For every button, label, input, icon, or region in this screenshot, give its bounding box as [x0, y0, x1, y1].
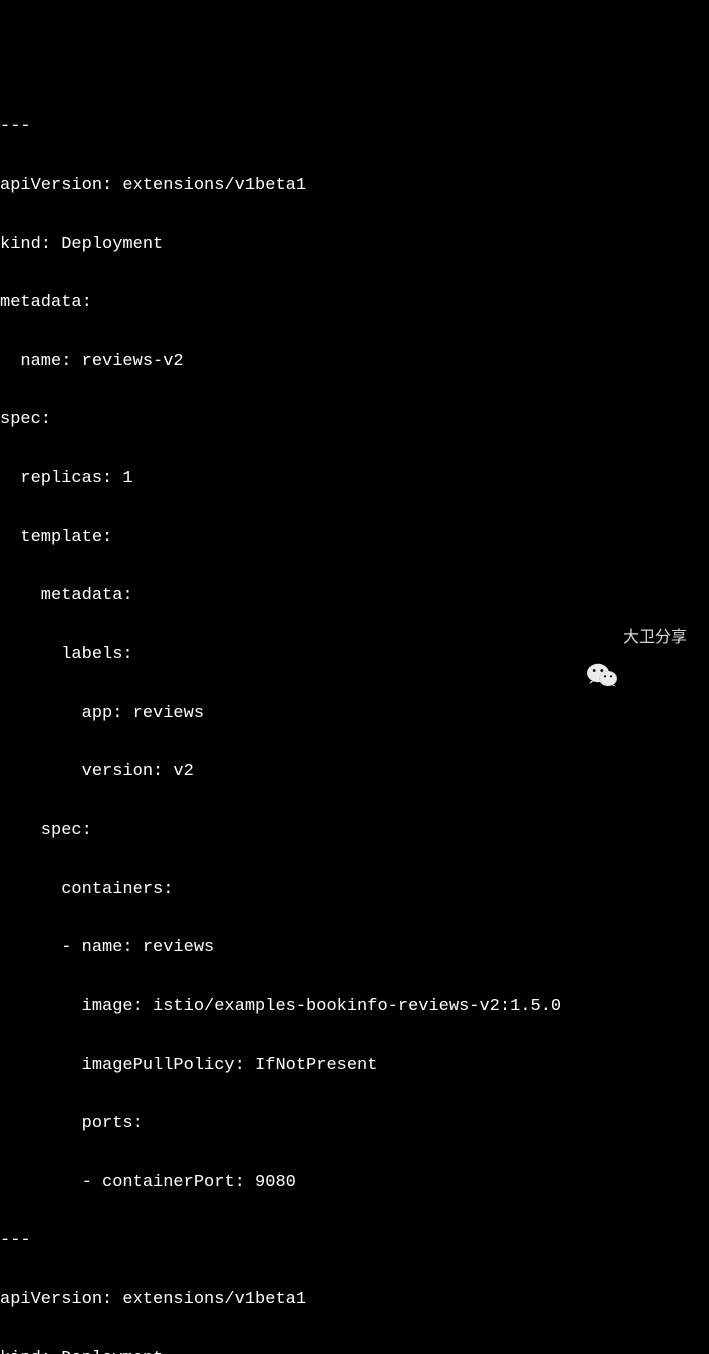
terminal-output: --- apiVersion: extensions/v1beta1 kind:… — [0, 78, 709, 1354]
yaml-line: kind: Deployment — [0, 1349, 709, 1354]
yaml-line: metadata: — [0, 293, 709, 313]
yaml-line: replicas: 1 — [0, 469, 709, 489]
yaml-line: kind: Deployment — [0, 235, 709, 255]
yaml-line: --- — [0, 117, 709, 137]
yaml-line: ports: — [0, 1114, 709, 1134]
watermark-text: 大卫分享 — [623, 629, 687, 647]
yaml-line: --- — [0, 1231, 709, 1251]
yaml-line: apiVersion: extensions/v1beta1 — [0, 1290, 709, 1310]
yaml-line: imagePullPolicy: IfNotPresent — [0, 1056, 709, 1076]
yaml-line: apiVersion: extensions/v1beta1 — [0, 176, 709, 196]
wechat-icon — [587, 625, 617, 651]
yaml-line: spec: — [0, 410, 709, 430]
yaml-line: containers: — [0, 880, 709, 900]
yaml-line: image: istio/examples-bookinfo-reviews-v… — [0, 997, 709, 1017]
watermark: 大卫分享 — [587, 625, 687, 651]
yaml-line: spec: — [0, 821, 709, 841]
yaml-line: metadata: — [0, 586, 709, 606]
yaml-line: - containerPort: 9080 — [0, 1173, 709, 1193]
yaml-line: template: — [0, 528, 709, 548]
yaml-line: - name: reviews — [0, 938, 709, 958]
yaml-line: version: v2 — [0, 762, 709, 782]
yaml-line: app: reviews — [0, 704, 709, 724]
yaml-line: name: reviews-v2 — [0, 352, 709, 372]
